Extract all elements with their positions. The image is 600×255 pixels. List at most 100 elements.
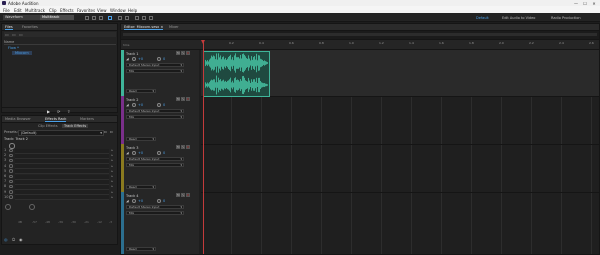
tab-track-effects[interactable]: Track Effects bbox=[62, 123, 89, 128]
volume-value[interactable]: +0 bbox=[138, 151, 143, 155]
slot-arrow-icon[interactable]: ▸ bbox=[111, 179, 113, 183]
pan-knob[interactable] bbox=[157, 103, 161, 107]
slot-arrow-icon[interactable]: ▸ bbox=[111, 195, 113, 199]
pan-knob[interactable] bbox=[157, 57, 161, 61]
file-item[interactable]: Flow * bbox=[8, 46, 19, 50]
input-dropdown[interactable]: Default Stereo Input ▾ bbox=[126, 157, 184, 161]
tab-clip-effects[interactable]: Clip Effects bbox=[38, 124, 58, 128]
pencil-tool-icon[interactable] bbox=[149, 15, 153, 20]
effect-slot[interactable]: 10 ▸ bbox=[3, 195, 114, 201]
menu-favorites[interactable]: Favorites bbox=[77, 8, 95, 13]
slot-power-icon[interactable] bbox=[9, 184, 13, 189]
input-dropdown[interactable]: Default Stereo Input ▾ bbox=[126, 63, 184, 67]
automation-mode-dropdown[interactable]: Read ▾ bbox=[126, 137, 156, 141]
automation-mode-dropdown[interactable]: Read ▾ bbox=[126, 89, 156, 93]
tab-media-browser[interactable]: Media Browser bbox=[5, 117, 31, 121]
playhead[interactable] bbox=[203, 40, 204, 254]
pan-value[interactable]: 0 bbox=[163, 199, 165, 203]
mute-button[interactable]: M bbox=[176, 193, 180, 197]
volume-knob[interactable] bbox=[132, 57, 136, 61]
slot-power-icon[interactable] bbox=[9, 174, 13, 178]
mute-button[interactable]: M bbox=[176, 145, 180, 149]
slot-arrow-icon[interactable]: ▸ bbox=[111, 169, 113, 173]
slot-power-icon[interactable] bbox=[9, 195, 13, 199]
slot-power-icon[interactable] bbox=[9, 179, 13, 184]
automation-mode-dropdown[interactable]: Read ▾ bbox=[126, 247, 156, 251]
file-item-selected[interactable]: Mixcorn bbox=[12, 51, 32, 55]
import-icon[interactable]: ▭ bbox=[19, 32, 23, 37]
export-icon[interactable]: ⇪ bbox=[67, 109, 70, 114]
workspace-radio-production[interactable]: Radio Production bbox=[551, 16, 581, 20]
minimize-button[interactable]: — bbox=[572, 1, 580, 6]
workspace-edit-audio-to-video[interactable]: Edit Audio to Video bbox=[502, 16, 535, 20]
track-header[interactable]: Track 4 M S R ◢ +0 0 Default Stereo Input ▾ Mix ▾ R… bbox=[121, 192, 199, 255]
apply-icon[interactable]: ◉ bbox=[19, 237, 23, 242]
solo-button[interactable]: S bbox=[181, 145, 185, 149]
overview-bar[interactable] bbox=[121, 31, 599, 40]
workspace-default[interactable]: Default bbox=[476, 16, 489, 20]
open-file-icon[interactable]: ▭ bbox=[12, 32, 16, 37]
solo-button[interactable]: S bbox=[181, 193, 185, 197]
marquee-tool-icon[interactable] bbox=[118, 15, 122, 20]
tab-effects-rack[interactable]: Effects Rack bbox=[45, 117, 67, 123]
track-lane-2[interactable] bbox=[201, 96, 599, 145]
automation-mode-dropdown[interactable]: Read ▾ bbox=[126, 185, 156, 189]
volume-value[interactable]: +0 bbox=[138, 199, 143, 203]
slot-arrow-icon[interactable]: ▸ bbox=[111, 164, 113, 168]
pan-knob[interactable] bbox=[157, 151, 161, 155]
play-icon[interactable]: ▶ bbox=[47, 109, 50, 114]
slot-arrow-icon[interactable]: ▸ bbox=[111, 190, 113, 194]
volume-value[interactable]: +0 bbox=[138, 57, 143, 61]
tab-mixer[interactable]: Mixer bbox=[169, 25, 179, 29]
slip-tool-icon[interactable] bbox=[99, 15, 103, 20]
close-tab-icon[interactable]: × bbox=[160, 25, 163, 29]
slot-power-icon[interactable] bbox=[9, 153, 13, 158]
audio-clip[interactable] bbox=[203, 51, 270, 97]
slot-power-icon[interactable] bbox=[9, 190, 13, 194]
menu-clip[interactable]: Clip bbox=[49, 8, 57, 13]
menu-window[interactable]: Window bbox=[110, 8, 126, 13]
slot-power-icon[interactable] bbox=[9, 148, 13, 152]
menu-help[interactable]: Help bbox=[128, 8, 137, 13]
power-all-icon[interactable]: ⏻ bbox=[12, 237, 15, 242]
solo-button[interactable]: S bbox=[181, 97, 185, 101]
output-level-knob[interactable] bbox=[29, 204, 35, 210]
menu-edit[interactable]: Edit bbox=[14, 8, 22, 13]
record-arm-button[interactable]: R bbox=[186, 97, 190, 101]
mute-button[interactable]: M bbox=[176, 51, 180, 55]
slot-arrow-icon[interactable]: ▸ bbox=[111, 174, 113, 178]
track-header[interactable]: Track 3 M S R ◢ +0 0 Default Stereo Input ▾ Mix ▾ R… bbox=[121, 144, 199, 193]
track-name[interactable]: Track 3 bbox=[126, 146, 139, 150]
multitrack-view-button[interactable]: Multitrack bbox=[40, 15, 74, 20]
overview-scrollbar[interactable] bbox=[123, 33, 597, 36]
maximize-button[interactable]: ☐ bbox=[581, 1, 589, 6]
track-lane-3[interactable] bbox=[201, 144, 599, 193]
track-header[interactable]: Track 1 M S R ◢ +0 0 Default Stereo Input ▾ Mix ▾ R… bbox=[121, 50, 199, 97]
tab-favorites[interactable]: Favorites bbox=[22, 25, 38, 29]
solo-button[interactable]: S bbox=[181, 51, 185, 55]
slot-arrow-icon[interactable]: ▸ bbox=[111, 148, 113, 152]
pan-knob[interactable] bbox=[157, 199, 161, 203]
volume-knob[interactable] bbox=[132, 199, 136, 203]
waveform-view-button[interactable]: Waveform bbox=[3, 15, 40, 20]
slot-arrow-icon[interactable]: ▸ bbox=[111, 158, 113, 162]
tab-files[interactable]: Files bbox=[5, 25, 13, 31]
pan-value[interactable]: 0 bbox=[163, 151, 165, 155]
save-preset-icon[interactable]: ▫ bbox=[104, 129, 107, 134]
record-arm-button[interactable]: R bbox=[186, 145, 190, 149]
mix-dry-wet-icon[interactable]: ◎ bbox=[4, 237, 8, 242]
track-header[interactable]: Track 2 M S R ◢ +0 0 Default Stereo Input ▾ Mix ▾ R… bbox=[121, 96, 199, 145]
move-tool-icon[interactable] bbox=[85, 15, 89, 20]
track-name[interactable]: Track 4 bbox=[126, 194, 139, 198]
slot-arrow-icon[interactable]: ▸ bbox=[111, 153, 113, 157]
slot-power-icon[interactable] bbox=[9, 164, 13, 168]
output-dropdown[interactable]: Mix ▾ bbox=[126, 211, 184, 215]
lasso-tool-icon[interactable] bbox=[125, 15, 129, 20]
output-dropdown[interactable]: Mix ▾ bbox=[126, 115, 184, 119]
track-name[interactable]: Track 1 bbox=[126, 52, 139, 56]
menu-view[interactable]: View bbox=[97, 8, 107, 13]
pan-value[interactable]: 0 bbox=[163, 103, 165, 107]
input-dropdown[interactable]: Default Stereo Input ▾ bbox=[126, 109, 184, 113]
close-window-button[interactable]: ✕ bbox=[590, 1, 598, 6]
timeline-lanes[interactable] bbox=[201, 40, 599, 254]
